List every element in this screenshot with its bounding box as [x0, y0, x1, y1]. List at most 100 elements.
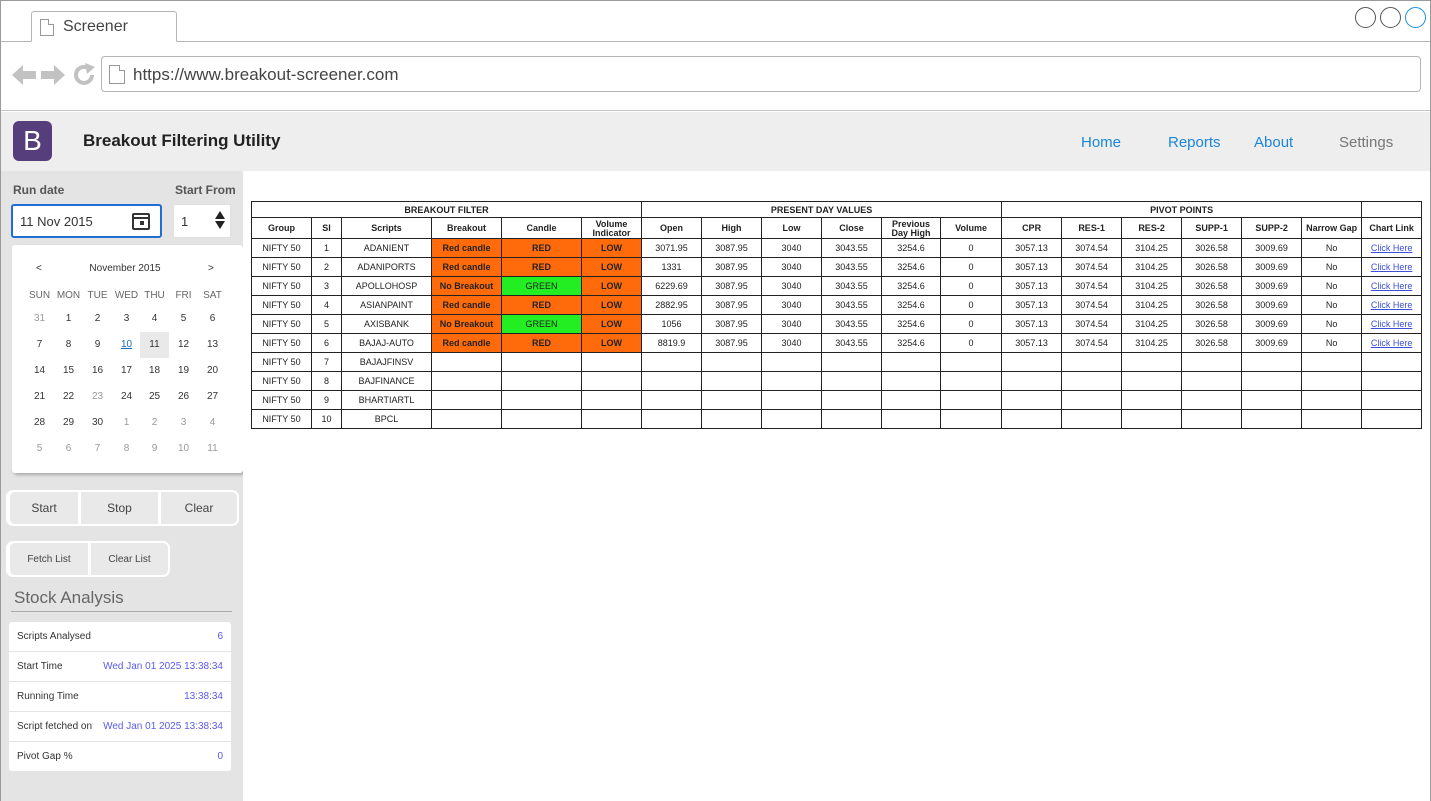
- calendar-day[interactable]: 21: [25, 384, 54, 410]
- clear-list-button[interactable]: Clear List: [91, 543, 168, 575]
- chart-link[interactable]: Click Here: [1371, 262, 1413, 272]
- cell-volume: [940, 409, 1003, 429]
- calendar-day[interactable]: 27: [198, 384, 227, 410]
- cell-low: 3040: [761, 333, 823, 353]
- calendar-day[interactable]: 9: [83, 332, 112, 358]
- calendar-day[interactable]: 19: [169, 358, 198, 384]
- chart-link[interactable]: Click Here: [1371, 338, 1413, 348]
- minimize-button[interactable]: [1355, 7, 1376, 28]
- back-icon[interactable]: [12, 64, 36, 86]
- calendar-day[interactable]: 4: [198, 410, 227, 436]
- calendar-day[interactable]: 23: [83, 384, 112, 410]
- cell-low: [761, 352, 823, 372]
- cell-narrow: [1301, 390, 1363, 410]
- stop-button[interactable]: Stop: [81, 492, 158, 524]
- calendar-day[interactable]: 14: [25, 358, 54, 384]
- stepper-arrows-icon[interactable]: [215, 211, 225, 231]
- clear-button[interactable]: Clear: [161, 492, 237, 524]
- address-bar[interactable]: https://www.breakout-screener.com: [101, 56, 1421, 92]
- calendar-day[interactable]: 12: [169, 332, 198, 358]
- calendar-day[interactable]: 1: [112, 410, 141, 436]
- calendar-day[interactable]: 18: [140, 358, 169, 384]
- calendar-day[interactable]: 2: [83, 306, 112, 332]
- calendar-day[interactable]: 22: [54, 384, 83, 410]
- calendar-day[interactable]: 9: [140, 436, 169, 462]
- column-header-row: Group Sl Scripts Breakout Candle Volume Indic…: [251, 217, 1423, 239]
- calendar-day[interactable]: 17: [112, 358, 141, 384]
- calendar-day[interactable]: 29: [54, 410, 83, 436]
- calendar-day[interactable]: 2: [140, 410, 169, 436]
- calendar-day[interactable]: 26: [169, 384, 198, 410]
- maximize-button[interactable]: [1380, 7, 1401, 28]
- page-icon: [109, 65, 125, 84]
- reload-icon[interactable]: [72, 63, 96, 87]
- calendar-day[interactable]: 4: [140, 306, 169, 332]
- cell-breakout: No Breakout: [431, 314, 502, 334]
- chart-link[interactable]: Click Here: [1371, 319, 1413, 329]
- calendar-day[interactable]: 11: [198, 436, 227, 462]
- calendar-day[interactable]: 11: [140, 332, 169, 358]
- list-button-group: Fetch List Clear List: [6, 541, 170, 577]
- calendar-day[interactable]: 3: [112, 306, 141, 332]
- calendar-day[interactable]: 6: [198, 306, 227, 332]
- table-row: NIFTY 50 8 BAJFINANCE: [251, 371, 1423, 391]
- calendar-day[interactable]: 13: [198, 332, 227, 358]
- run-date-input[interactable]: 11 Nov 2015: [11, 204, 162, 238]
- calendar-day[interactable]: 28: [25, 410, 54, 436]
- cell-breakout: No Breakout: [431, 276, 502, 296]
- nav-settings[interactable]: Settings: [1339, 134, 1393, 151]
- next-month-button[interactable]: >: [208, 263, 214, 274]
- forward-icon[interactable]: [41, 64, 65, 86]
- cell-chart: Click Here: [1361, 295, 1423, 315]
- chart-link[interactable]: Click Here: [1371, 300, 1413, 310]
- calendar-day[interactable]: 16: [83, 358, 112, 384]
- cell-res2: 3104.25: [1121, 257, 1183, 277]
- cell-chart: Click Here: [1361, 257, 1423, 277]
- fetch-list-button[interactable]: Fetch List: [10, 543, 88, 575]
- calendar-icon[interactable]: [132, 213, 150, 230]
- calendar-day[interactable]: 1: [54, 306, 83, 332]
- cell-res1: [1061, 352, 1123, 372]
- cell-high: 3087.95: [701, 276, 763, 296]
- cell-breakout: Red candle: [431, 333, 502, 353]
- nav-reports[interactable]: Reports: [1168, 134, 1221, 151]
- start-button[interactable]: Start: [10, 492, 78, 524]
- calendar-day[interactable]: 25: [140, 384, 169, 410]
- start-from-stepper[interactable]: 1: [173, 204, 231, 238]
- browser-tab[interactable]: Screener: [31, 11, 177, 42]
- cell-group: NIFTY 50: [251, 295, 312, 315]
- nav-about[interactable]: About: [1254, 134, 1293, 151]
- cell-prev-high: [881, 371, 942, 391]
- calendar-day[interactable]: 8: [54, 332, 83, 358]
- calendar-day[interactable]: 10: [112, 332, 141, 358]
- calendar-day[interactable]: 24: [112, 384, 141, 410]
- cell-low: 3040: [761, 276, 823, 296]
- calendar-day[interactable]: 6: [54, 436, 83, 462]
- cell-prev-high: 3254.6: [881, 295, 942, 315]
- calendar-day[interactable]: 3: [169, 410, 198, 436]
- cell-open: 1056: [641, 314, 703, 334]
- cell-volume: 0: [940, 295, 1003, 315]
- calendar-day[interactable]: 7: [25, 332, 54, 358]
- cell-group: NIFTY 50: [251, 333, 312, 353]
- close-button[interactable]: [1405, 7, 1426, 28]
- calendar-day[interactable]: 15: [54, 358, 83, 384]
- calendar-day[interactable]: 5: [25, 436, 54, 462]
- chart-link[interactable]: Click Here: [1371, 243, 1413, 253]
- stat-value: 13:38:34: [184, 691, 223, 702]
- calendar-day[interactable]: 8: [112, 436, 141, 462]
- chart-link[interactable]: Click Here: [1371, 281, 1413, 291]
- nav-home[interactable]: Home: [1081, 134, 1121, 151]
- calendar-day[interactable]: 7: [83, 436, 112, 462]
- cell-close: [821, 352, 883, 372]
- calendar-day[interactable]: 20: [198, 358, 227, 384]
- calendar-day[interactable]: 30: [83, 410, 112, 436]
- calendar-day[interactable]: 31: [25, 306, 54, 332]
- table-row: NIFTY 50 1 ADANIENT Red candle RED LOW 3071.95…: [251, 238, 1423, 258]
- cell-cpr: [1001, 390, 1063, 410]
- cell-close: [821, 371, 883, 391]
- calendar-day[interactable]: 10: [169, 436, 198, 462]
- calendar-day[interactable]: 5: [169, 306, 198, 332]
- cell-close: 3043.55: [821, 238, 883, 258]
- cell-chart: [1361, 390, 1423, 410]
